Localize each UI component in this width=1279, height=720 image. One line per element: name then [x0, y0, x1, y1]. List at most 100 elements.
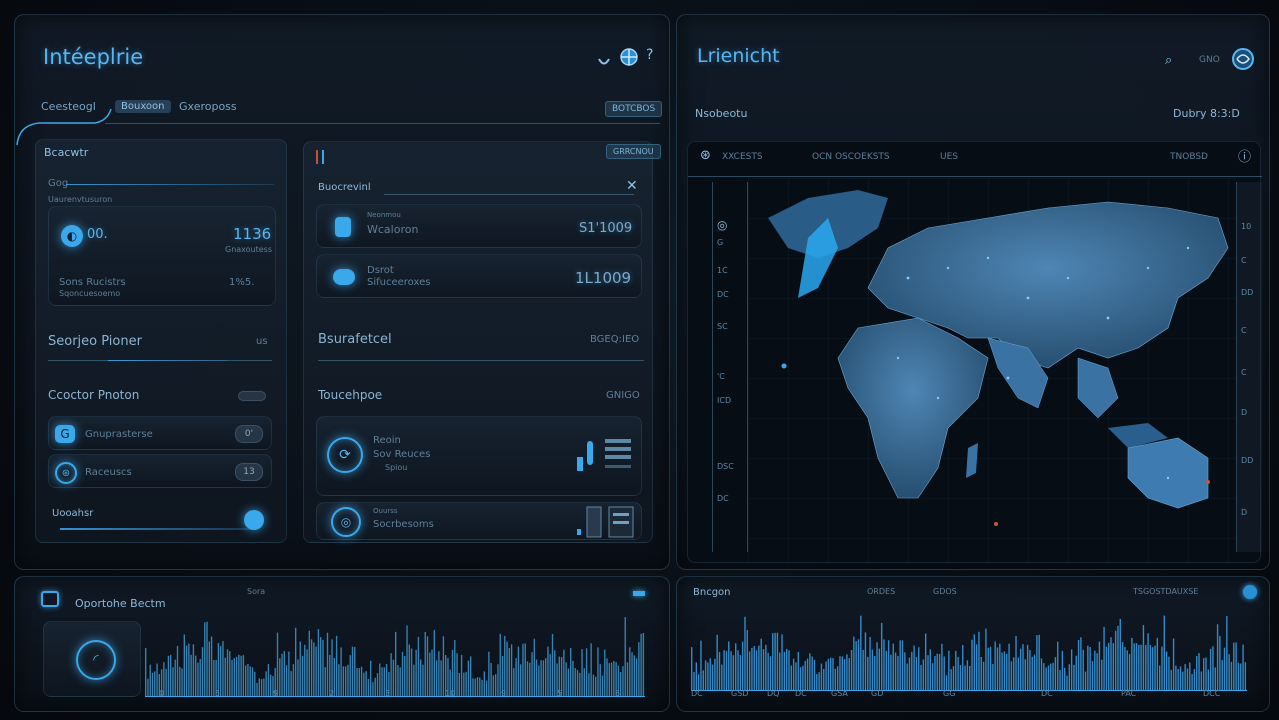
- globe-icon[interactable]: [1231, 47, 1255, 71]
- list-item-label: Gnuprasterse: [85, 429, 153, 440]
- spectrum-bar: [862, 649, 864, 691]
- spectrum-bar: [295, 627, 297, 697]
- tile-item[interactable]: ⟳ Reoin Sov Reuces Spiou: [316, 416, 642, 496]
- spectrum-bar: [1205, 657, 1207, 691]
- spectrum-bar: [1161, 646, 1163, 691]
- spectrum-bar: [871, 649, 874, 691]
- detail-row[interactable]: Dsrot Sifuceeroxes 1L1009: [316, 254, 642, 298]
- summary-sub2: Uaurenvtusuron: [48, 195, 113, 204]
- help-icon[interactable]: ?: [646, 47, 653, 63]
- spectrum-bar: [855, 641, 857, 691]
- map-info-icon[interactable]: ⓘ: [1238, 146, 1251, 165]
- row2-label: Dsrot: [367, 265, 394, 276]
- spectrum-bar: [728, 641, 730, 691]
- close-icon[interactable]: ✕: [626, 178, 638, 194]
- header-gno-label[interactable]: GNO: [1199, 55, 1220, 65]
- spectrum-bar: [723, 650, 725, 691]
- scale-tick: DC: [717, 494, 729, 503]
- map-toolbar-divider: [688, 176, 1262, 177]
- detail-row[interactable]: Neonmou Wcaloron S1'1009: [316, 204, 642, 248]
- spectrum-bar: [1152, 647, 1154, 691]
- scale-tick: C: [1241, 368, 1247, 377]
- bottom-left-header-right: Sora: [247, 587, 266, 596]
- list-item-icon: G: [55, 425, 75, 443]
- map-toolbar-item[interactable]: OCN OSCOEKSTS: [812, 152, 890, 162]
- spectrum-bar: [830, 657, 832, 691]
- spectrum-bar: [952, 666, 955, 691]
- spectrum-bar: [1237, 662, 1240, 691]
- spectrum-bar: [1001, 652, 1003, 691]
- section-seorjeo-title: Seorjeo Pioner: [48, 334, 142, 349]
- slider-handle[interactable]: [244, 510, 264, 530]
- spectrum-bar: [499, 633, 501, 697]
- tile1-sub2: Spiou: [385, 463, 408, 472]
- spectrum-bar: [987, 647, 989, 691]
- search-icon[interactable]: ⌕: [1165, 53, 1172, 68]
- spectrum-bar: [551, 633, 554, 697]
- tile2-bars-icon: [577, 505, 637, 539]
- spectrum-bar: [317, 629, 320, 697]
- spectrum-bar: [1230, 661, 1233, 691]
- spectrum-bar: [758, 645, 760, 691]
- detail-icon-label: Buocrevinl: [318, 182, 371, 193]
- spectrum-bar: [806, 658, 809, 691]
- spectrum-bar: [1131, 637, 1133, 691]
- spectrum-bar: [978, 631, 980, 691]
- spectrum-bar: [1126, 650, 1128, 691]
- world-map[interactable]: [748, 178, 1236, 562]
- spectrum-bar: [1043, 663, 1045, 691]
- scale-tick: SC: [717, 322, 728, 331]
- link-icon[interactable]: [596, 53, 612, 65]
- axis-tick: 10: [445, 689, 456, 698]
- slider-track[interactable]: [60, 528, 256, 530]
- panel-icon: [41, 591, 59, 607]
- spectrum-bar: [1179, 666, 1182, 691]
- spectrum-bar: [1189, 662, 1191, 691]
- metric-icon: ◐: [61, 225, 83, 247]
- axis-tick: 9: [501, 689, 507, 698]
- tab-bouxoon[interactable]: Bouxoon: [115, 100, 171, 113]
- spectrum-bar: [1019, 648, 1022, 691]
- detail-chip[interactable]: GRRCNOU: [606, 144, 661, 159]
- list-item[interactable]: ⊛ Raceuscs 13: [48, 454, 272, 488]
- globe-icon[interactable]: [619, 47, 639, 67]
- scale-tick: 1C: [717, 266, 728, 275]
- spectrum-bar: [1216, 624, 1219, 691]
- spectrum-bar: [1240, 663, 1242, 691]
- map-toolbar-item[interactable]: TNOBSD: [1170, 152, 1208, 162]
- map-toolbar-icon[interactable]: ⊛: [700, 148, 711, 163]
- spectrum-bar: [395, 631, 397, 697]
- spectrum-bar: [783, 651, 786, 691]
- list-item[interactable]: G Gnuprasterse 0': [48, 416, 272, 450]
- spectrum-bar: [1219, 636, 1221, 691]
- tab-gxeroposs[interactable]: Gxeroposs: [179, 100, 237, 113]
- spectrum-right-axis: DC GSD DQ DC GSA GD GG DC PAC DCC: [691, 689, 1247, 701]
- spectrum-bar: [1010, 661, 1013, 691]
- spectrum-bar: [948, 650, 950, 691]
- spectrum-bar: [765, 644, 767, 691]
- map-toolbar-item[interactable]: UES: [940, 152, 958, 162]
- gauge-icon[interactable]: ◜: [76, 640, 116, 680]
- spectrum-bar: [1061, 650, 1064, 691]
- spectrum-bar: [767, 652, 769, 691]
- section-ccoctor-toggle[interactable]: [238, 391, 266, 401]
- header-chip[interactable]: BOTCBOS: [605, 101, 663, 117]
- spectrum-bar: [1214, 667, 1216, 691]
- map-toolbar-item[interactable]: XXCESTS: [722, 152, 763, 162]
- axis-tick: DQ: [767, 689, 780, 698]
- spectrum-bar: [850, 650, 853, 691]
- bottom-right-globe-icon[interactable]: [1243, 585, 1257, 599]
- spectrum-bar: [864, 632, 867, 691]
- spectrum-bar: [894, 652, 897, 691]
- spectrum-bar: [834, 668, 837, 691]
- spectrum-bar: [971, 639, 973, 691]
- spectrum-bar: [1091, 661, 1094, 691]
- spectrum-bar: [799, 667, 802, 691]
- tile-item[interactable]: ◎ Ouurss Socrbesoms: [316, 502, 642, 540]
- spectrum-bar: [406, 625, 408, 697]
- spectrum-bar: [938, 654, 941, 691]
- app-title: Intéeplrie: [43, 45, 144, 69]
- spectrum-bar: [1121, 642, 1124, 691]
- spectrum-bar: [825, 661, 827, 691]
- bottom-right-panel: Bncgon ORDES GDOS TSGOSTDAUXSE DC GSD DQ…: [676, 576, 1270, 712]
